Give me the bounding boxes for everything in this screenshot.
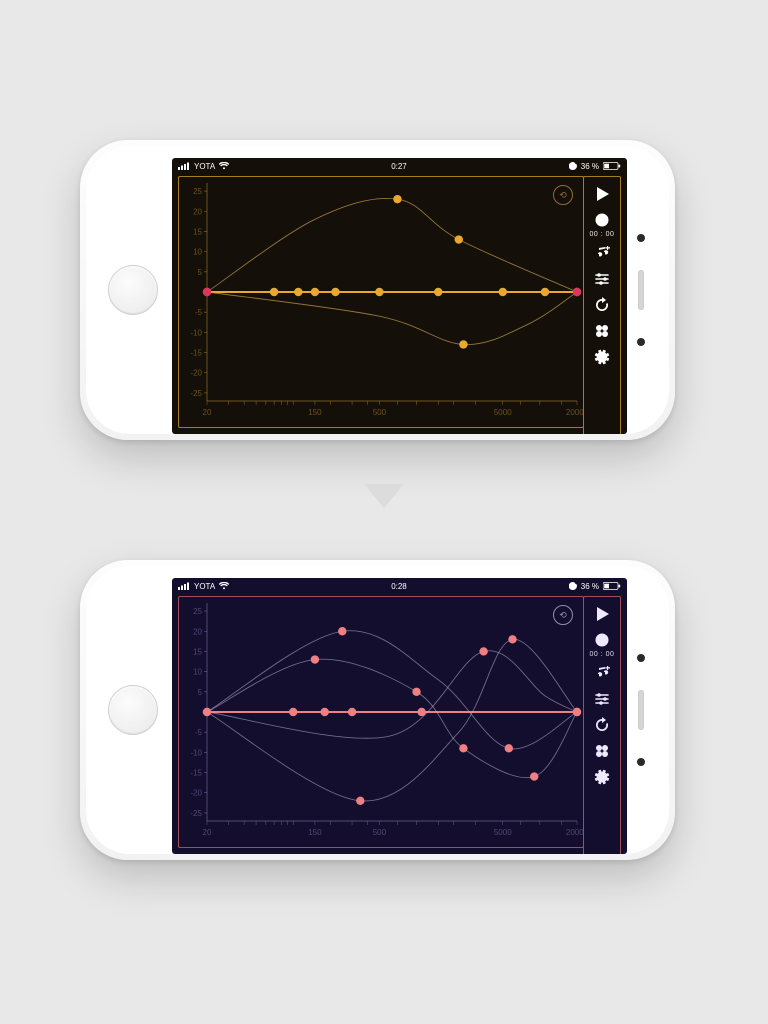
- device-screen: YOTA 0:28 36 % ⟲: [172, 578, 627, 854]
- record-icon[interactable]: [588, 629, 616, 651]
- svg-text:10: 10: [193, 668, 202, 677]
- home-button[interactable]: [108, 265, 158, 315]
- status-bar: YOTA 0:28 36 %: [172, 578, 627, 594]
- play-icon[interactable]: [588, 183, 616, 205]
- svg-text:-5: -5: [195, 308, 203, 317]
- speaker-icon: [638, 270, 644, 310]
- carrier-label: YOTA: [194, 162, 215, 171]
- phone-body: YOTA 0:28 36 % ⟲: [86, 566, 669, 854]
- signal-icon: [178, 162, 190, 170]
- camera-speaker-cluster: [637, 234, 645, 346]
- clock-label: 0:27: [391, 162, 407, 171]
- svg-text:-20: -20: [190, 789, 202, 798]
- svg-text:-20: -20: [190, 369, 202, 378]
- add-music-icon[interactable]: [588, 242, 616, 264]
- svg-text:5: 5: [198, 688, 203, 697]
- svg-text:-25: -25: [190, 809, 202, 818]
- sensor-icon: [637, 338, 645, 346]
- sliders-icon[interactable]: [588, 688, 616, 710]
- record-icon[interactable]: [588, 209, 616, 231]
- svg-text:-25: -25: [190, 389, 202, 398]
- svg-text:150: 150: [308, 828, 322, 837]
- phone-mockup-top: YOTA 0:27 36 %: [80, 140, 675, 440]
- battery-icon: [603, 582, 621, 590]
- signal-icon: [178, 582, 190, 590]
- svg-text:10: 10: [193, 248, 202, 257]
- eq-chart-svg: -25 -20 -15 -10 -5 5 10 15 20 25 20 150 500 5000 20000: [179, 177, 583, 427]
- svg-text:5: 5: [198, 268, 203, 277]
- timer-label: 00 : 00: [590, 231, 615, 238]
- wifi-icon: [219, 582, 229, 590]
- svg-text:20: 20: [193, 627, 202, 636]
- camera-icon: [637, 234, 645, 242]
- eq-plot-area[interactable]: ⟲ -25 -20 -15 -10 -5 5 10 15 20 25 20 150 500 5000 200…: [178, 596, 584, 848]
- do-not-disturb-icon: [569, 582, 577, 590]
- sensor-icon: [637, 758, 645, 766]
- home-button[interactable]: [108, 685, 158, 735]
- svg-text:20: 20: [203, 828, 212, 837]
- add-music-icon[interactable]: [588, 662, 616, 684]
- battery-pct-label: 36 %: [581, 162, 599, 171]
- play-icon[interactable]: [588, 603, 616, 625]
- svg-text:-10: -10: [190, 748, 202, 757]
- apps-icon[interactable]: [588, 320, 616, 342]
- svg-text:20: 20: [193, 207, 202, 216]
- toolbar: 00 : 00: [583, 176, 621, 434]
- svg-text:20000: 20000: [566, 408, 583, 417]
- toolbar: 00 : 00: [583, 596, 621, 854]
- do-not-disturb-icon: [569, 162, 577, 170]
- phone-mockup-bottom: YOTA 0:28 36 % ⟲: [80, 560, 675, 860]
- device-screen: YOTA 0:27 36 %: [172, 158, 627, 434]
- svg-text:15: 15: [193, 647, 202, 656]
- clock-label: 0:28: [391, 582, 407, 591]
- reset-graph-icon[interactable]: ⟲: [553, 605, 573, 625]
- wifi-icon: [219, 162, 229, 170]
- speaker-icon: [638, 690, 644, 730]
- svg-text:-15: -15: [190, 769, 202, 778]
- settings-icon[interactable]: [588, 766, 616, 788]
- svg-text:-10: -10: [190, 328, 202, 337]
- timer-label: 00 : 00: [590, 651, 615, 658]
- carrier-label: YOTA: [194, 582, 215, 591]
- camera-speaker-cluster: [637, 654, 645, 766]
- reset-graph-icon[interactable]: ⟲: [553, 185, 573, 205]
- phone-body: YOTA 0:27 36 %: [86, 146, 669, 434]
- camera-icon: [637, 654, 645, 662]
- svg-text:25: 25: [193, 187, 202, 196]
- svg-text:-15: -15: [190, 349, 202, 358]
- eq-chart-svg: -25 -20 -15 -10 -5 5 10 15 20 25 20 150 500 5000 20000: [179, 597, 583, 847]
- svg-text:150: 150: [308, 408, 322, 417]
- refresh-icon[interactable]: [588, 294, 616, 316]
- down-arrow-icon: [360, 480, 408, 512]
- svg-text:-5: -5: [195, 728, 203, 737]
- svg-text:15: 15: [193, 227, 202, 236]
- svg-text:500: 500: [373, 408, 387, 417]
- battery-pct-label: 36 %: [581, 582, 599, 591]
- svg-text:20: 20: [203, 408, 212, 417]
- battery-icon: [603, 162, 621, 170]
- svg-text:5000: 5000: [494, 408, 512, 417]
- refresh-icon[interactable]: [588, 714, 616, 736]
- settings-icon[interactable]: [588, 346, 616, 368]
- status-bar: YOTA 0:27 36 %: [172, 158, 627, 174]
- eq-plot-area[interactable]: ⟲ -25 -20 -15 -10 -5 5 10 15 20 25 20 150 500 5000 200…: [178, 176, 584, 428]
- svg-text:25: 25: [193, 607, 202, 616]
- svg-text:20000: 20000: [566, 828, 583, 837]
- svg-text:5000: 5000: [494, 828, 512, 837]
- apps-icon[interactable]: [588, 740, 616, 762]
- sliders-icon[interactable]: [588, 268, 616, 290]
- svg-text:500: 500: [373, 828, 387, 837]
